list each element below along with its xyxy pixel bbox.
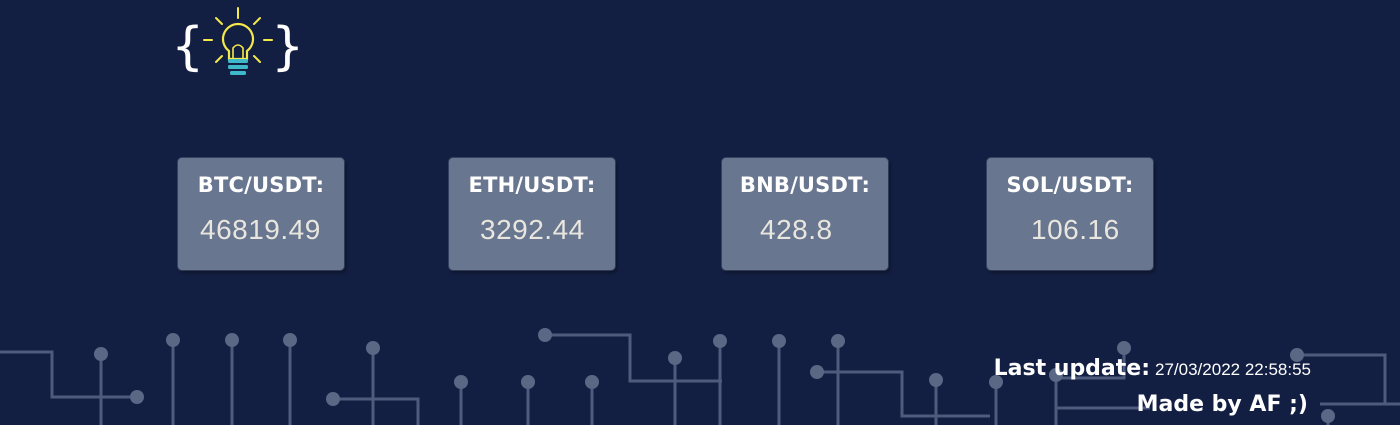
last-update: Last update: 27/03/2022 22:58:55 bbox=[994, 356, 1311, 381]
ticker-card-bnb: BNB/USDT: 428.8 bbox=[722, 158, 888, 270]
ticker-price-value: 106.16 bbox=[1031, 214, 1120, 245]
svg-text:{: { bbox=[172, 17, 203, 77]
ticker-card-sol: SOL/USDT: 106.16 bbox=[987, 158, 1153, 270]
ticker-pair-label: SOL/USDT: bbox=[1006, 173, 1134, 197]
ticker-pair-label: ETH/USDT: bbox=[468, 173, 596, 197]
ticker-card-btc: BTC/USDT: 46819.49 bbox=[178, 158, 344, 270]
ticker-price-value: 46819.49 bbox=[200, 214, 321, 245]
ticker-pair-label: BTC/USDT: bbox=[197, 173, 325, 197]
ticker-card-eth: ETH/USDT: 3292.44 bbox=[449, 158, 615, 270]
svg-text:}: } bbox=[272, 17, 303, 77]
credit-text: Made by AF ;) bbox=[1136, 392, 1308, 417]
ticker-price-value: 3292.44 bbox=[480, 214, 585, 245]
last-update-label: Last update: bbox=[993, 356, 1151, 381]
lightbulb-braces-icon: { } bbox=[172, 7, 303, 77]
page: { } BTC/USDT: 46819.49 ETH/USDT: 3292.44… bbox=[0, 0, 1400, 425]
ticker-price-value: 428.8 bbox=[760, 214, 833, 245]
last-update-timestamp: 27/03/2022 22:58:55 bbox=[1155, 360, 1311, 379]
ticker-pair-label: BNB/USDT: bbox=[739, 173, 871, 197]
